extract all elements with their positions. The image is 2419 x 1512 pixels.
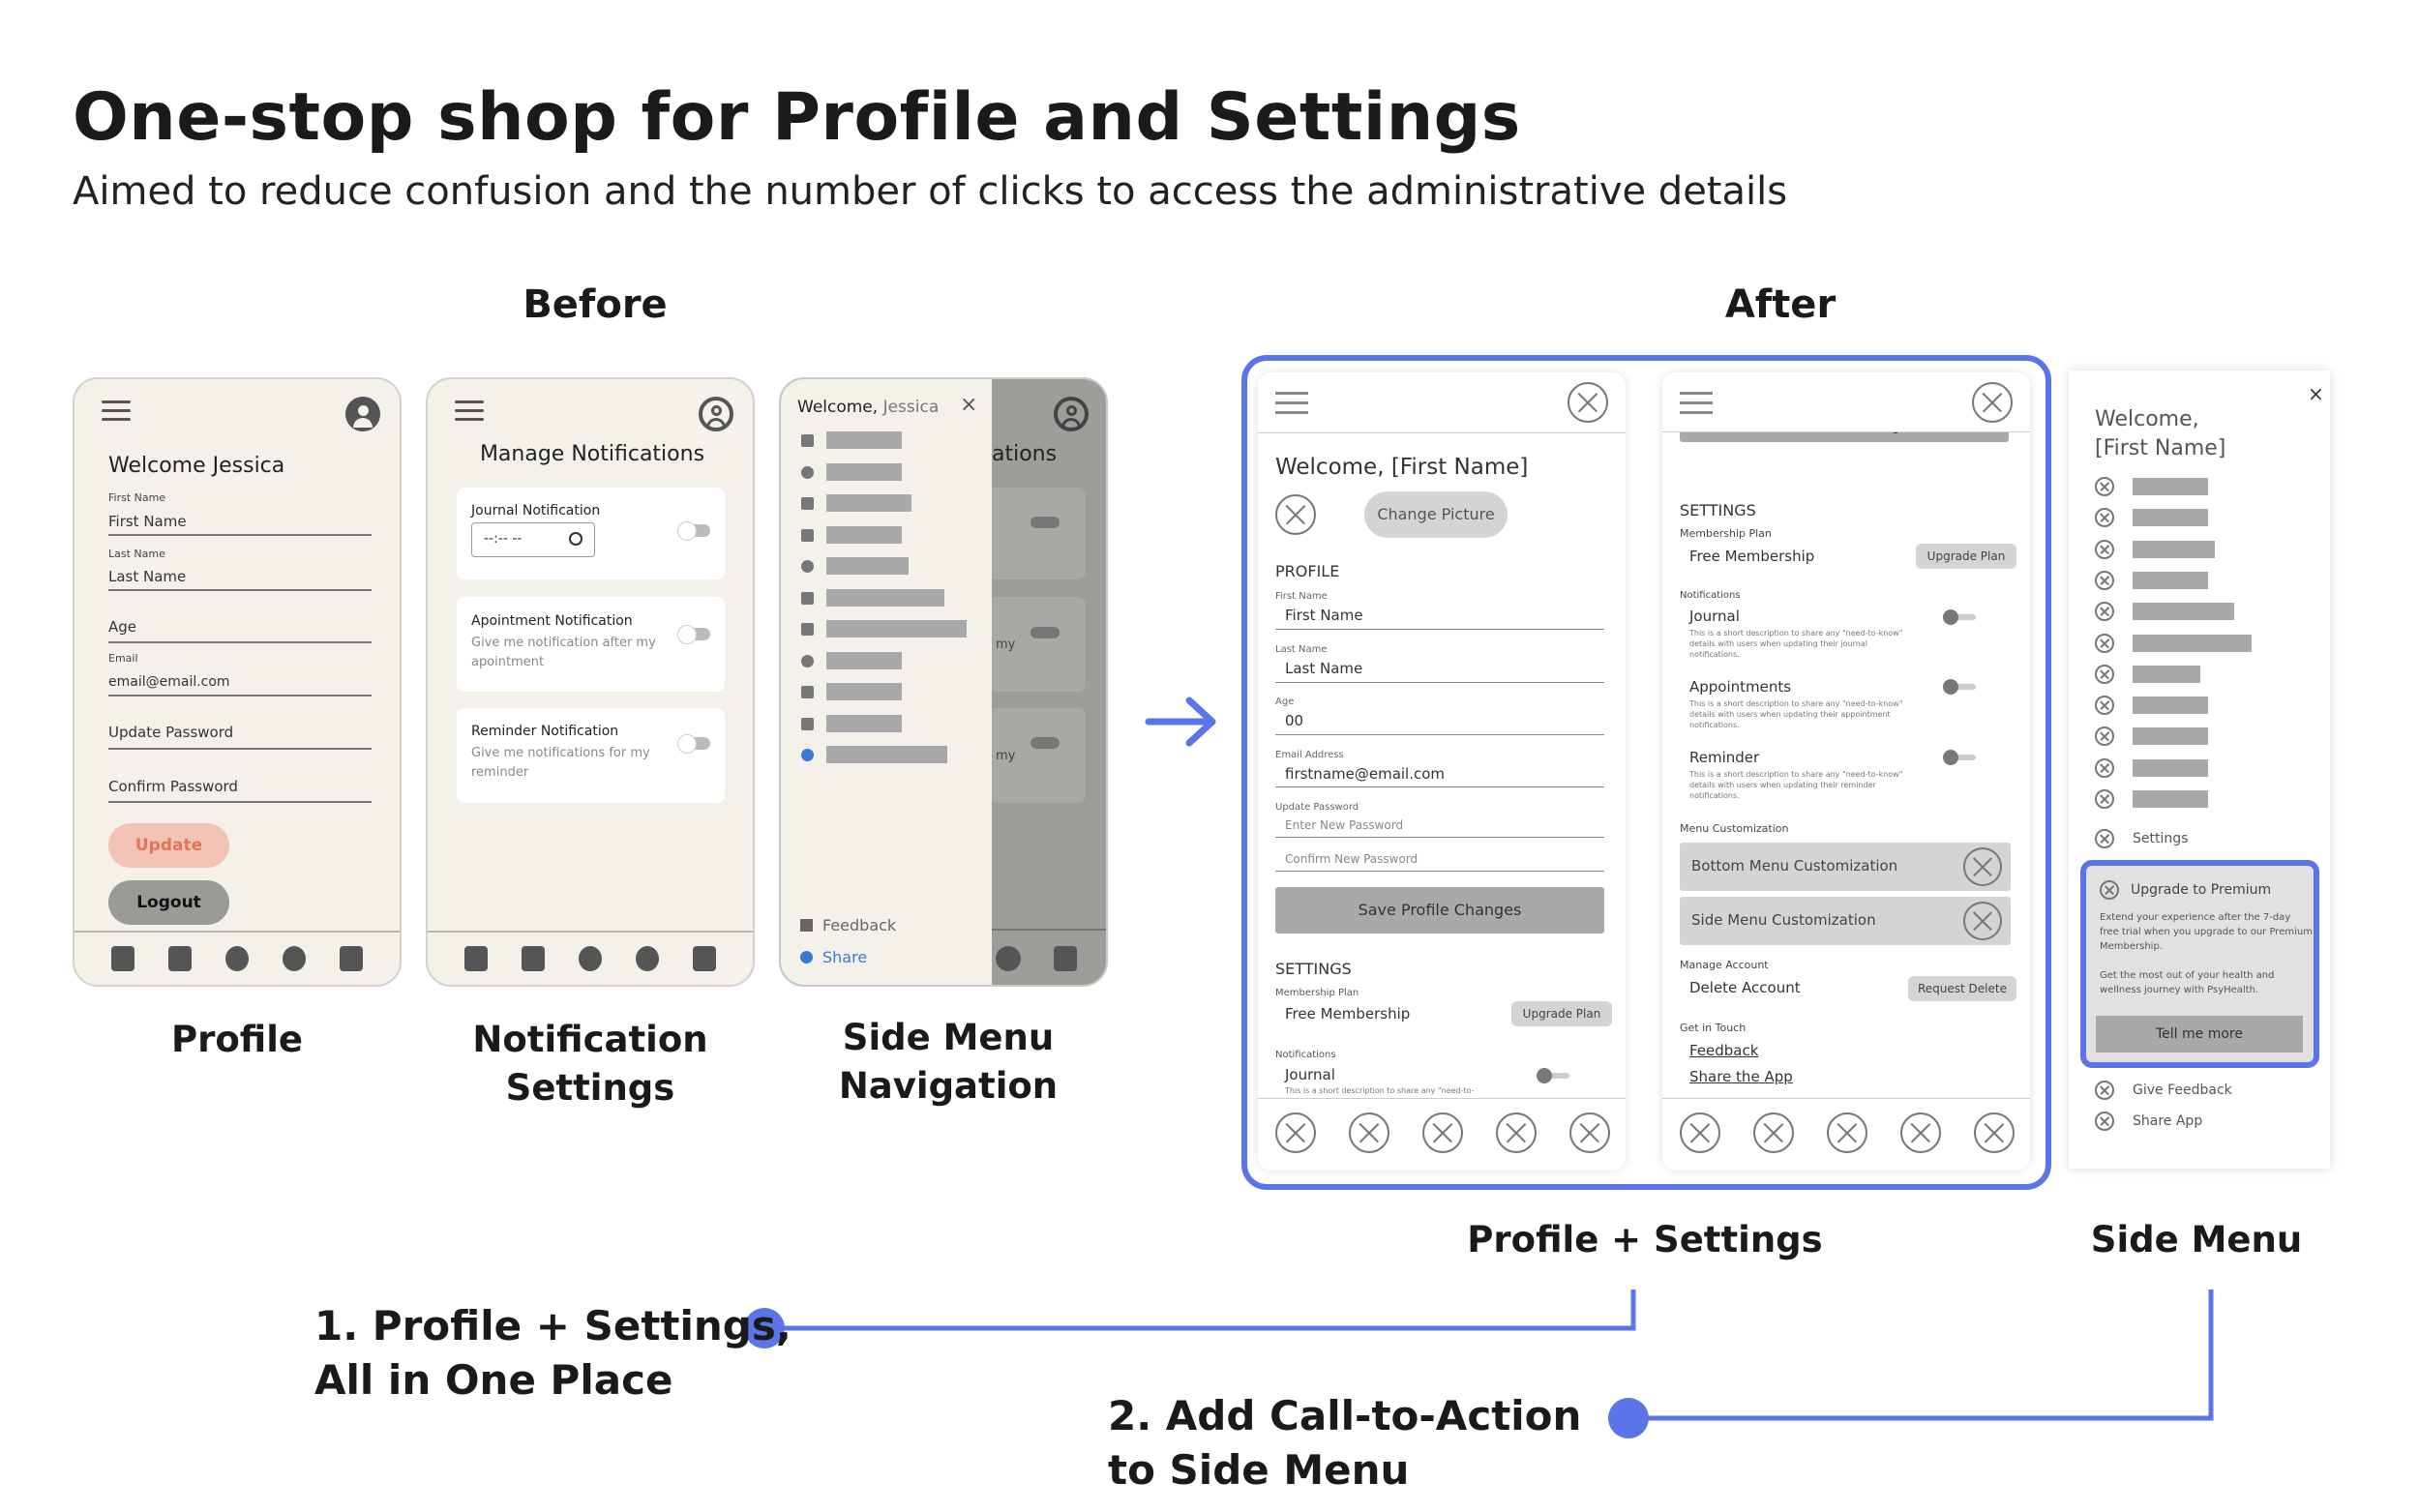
takeaway-1: 1. Profile + Settings, All in One Place — [314, 1302, 791, 1404]
takeaway-2: 2. Add Call-to-Action to Side Menu — [1108, 1392, 1582, 1494]
connector-lines — [744, 1290, 2214, 1438]
